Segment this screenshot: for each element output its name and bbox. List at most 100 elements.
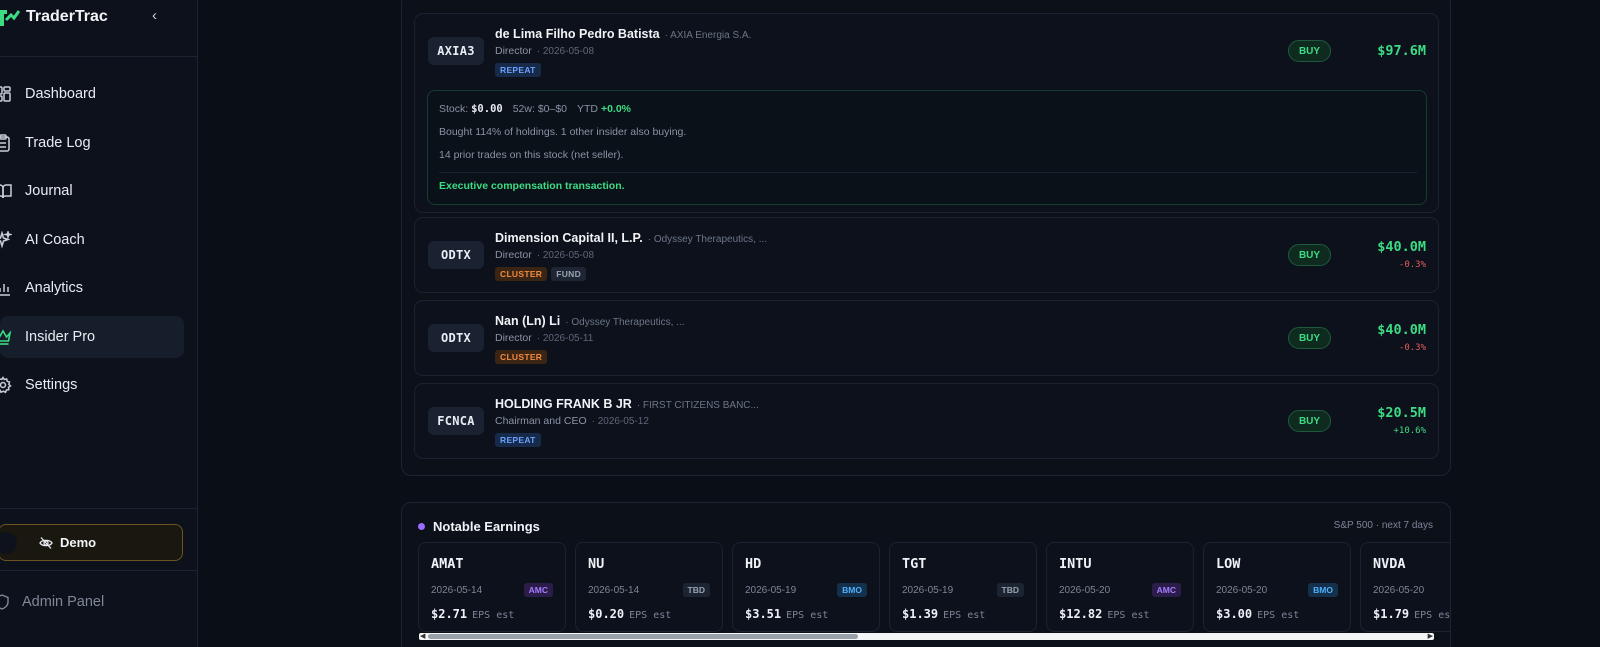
eps-value: $12.82 (1059, 607, 1103, 621)
sidebar-item-trade-log[interactable]: Trade Log (0, 122, 184, 164)
demo-mode-toggle[interactable]: Demo (0, 524, 183, 561)
horizontal-scrollbar[interactable]: ◀ ▶ (419, 633, 1434, 640)
brand-logo[interactable]: TraderTrac (0, 6, 108, 28)
earnings-date: 2026-05-14 (588, 585, 640, 596)
stock-price: $0.00 (471, 103, 503, 115)
earnings-date: 2026-05-20 (1373, 585, 1425, 596)
timing-badge: AMC (523, 583, 553, 597)
buy-badge: BUY (1288, 327, 1331, 349)
sidebar-item-label: Journal (25, 183, 73, 199)
price-change: -0.3% (1398, 260, 1426, 270)
earnings-ticker: NU (588, 556, 605, 572)
company-name: · FIRST CITIZENS BANC... (636, 400, 759, 411)
earnings-card[interactable]: TGT 2026-05-19 TBD $1.39 EPS est (889, 542, 1037, 632)
admin-panel-link[interactable]: Admin Panel (0, 594, 104, 610)
trade-date: · 2026-05-11 (536, 333, 594, 344)
insider-trade-card[interactable]: FCNCA HOLDING FRANK B JR · FIRST CITIZEN… (414, 383, 1439, 459)
eps-value: $1.39 (902, 607, 939, 621)
insider-trade-card[interactable]: ODTX Dimension Capital II, L.P. · Odysse… (414, 217, 1439, 293)
ticker-badge: ODTX (428, 324, 484, 352)
scrollbar-thumb[interactable] (428, 634, 858, 639)
ticker-badge: AXIA3 (428, 37, 484, 65)
eps-label: EPS est (1414, 610, 1451, 621)
ticker-badge: FCNCA (428, 407, 484, 435)
insider-name: de Lima Filho Pedro Batista (495, 27, 660, 41)
price-change: -0.3% (1398, 343, 1426, 353)
sidebar-item-journal[interactable]: Journal (0, 170, 184, 212)
sidebar-item-dashboard[interactable]: Dashboard (0, 73, 184, 115)
trade-date: · 2026-05-08 (536, 46, 595, 57)
earnings-ticker: AMAT (431, 556, 464, 572)
notable-earnings-panel: Notable Earnings S&P 500 · next 7 days A… (401, 502, 1451, 647)
earnings-date: 2026-05-20 (1216, 585, 1268, 596)
crown-icon (0, 329, 12, 345)
buy-badge: BUY (1288, 410, 1331, 432)
sidebar-item-settings[interactable]: Settings (0, 364, 184, 406)
insider-role: Director (495, 249, 532, 261)
sidebar-item-analytics[interactable]: Analytics (0, 267, 184, 309)
cluster-tag: CLUSTER (495, 350, 548, 364)
timing-badge: BMO (1308, 583, 1338, 597)
repeat-tag: REPEAT (495, 63, 541, 77)
status-dot (418, 523, 425, 530)
insider-trade-card[interactable]: ODTX Nan (Ln) Li · Odyssey Therapeutics,… (414, 300, 1439, 376)
trade-detail-box: Stock: $0.00 52w: $0–$0 YTD +0.0% Bought… (427, 90, 1427, 205)
timing-badge: BMO (837, 583, 867, 597)
earnings-ticker: HD (745, 556, 762, 572)
earnings-card[interactable]: LOW 2026-05-20 BMO $3.00 EPS est (1203, 542, 1351, 632)
insider-trade-card[interactable]: AXIA3 de Lima Filho Pedro Batista · AXIA… (414, 13, 1439, 213)
insider-role: Director (495, 332, 532, 344)
trade-date: · 2026-05-08 (536, 250, 595, 261)
admin-panel-label: Admin Panel (22, 594, 105, 610)
earnings-ticker: LOW (1216, 556, 1241, 572)
chevron-left-icon[interactable]: ‹ (152, 7, 157, 24)
stock-stats: Stock: $0.00 52w: $0–$0 YTD +0.0% (439, 103, 631, 115)
sidebar-item-label: Analytics (25, 280, 84, 296)
divider (0, 56, 198, 57)
grid-icon (0, 86, 11, 102)
eps-value: $2.71 (431, 607, 468, 621)
timing-badge: TBD (996, 583, 1024, 597)
scroll-left-icon[interactable]: ◀ (420, 632, 425, 640)
sidebar: TraderTrac ‹ Dashboard Trade Log Journal… (0, 0, 198, 647)
eps-label: EPS est (1107, 610, 1150, 621)
earnings-meta: S&P 500 · next 7 days (1333, 520, 1433, 531)
brand-name: TraderTrac (26, 8, 108, 25)
scroll-right-icon[interactable]: ▶ (1428, 632, 1433, 640)
sidebar-item-label: Trade Log (25, 135, 91, 151)
clipboard-icon (0, 134, 10, 152)
earnings-date: 2026-05-19 (745, 585, 797, 596)
book-icon (0, 184, 12, 199)
sidebar-item-label: AI Coach (25, 232, 85, 248)
company-name: · Odyssey Therapeutics, ... (647, 234, 768, 245)
trade-amount: $40.0M (1377, 322, 1426, 338)
sidebar-item-label: Insider Pro (25, 329, 96, 345)
earnings-card[interactable]: HD 2026-05-19 BMO $3.51 EPS est (732, 542, 880, 632)
sidebar-item-insider-pro[interactable]: Insider Pro (0, 316, 184, 358)
eye-off-icon (39, 536, 53, 549)
insider-trades-panel: AXIA3 de Lima Filho Pedro Batista · AXIA… (401, 0, 1451, 476)
sidebar-item-ai-coach[interactable]: AI Coach (0, 219, 184, 261)
sidebar-item-label: Settings (25, 377, 78, 393)
week52-range: 52w: $0–$0 (512, 103, 568, 115)
earnings-ticker: INTU (1059, 556, 1092, 572)
trade-date: · 2026-05-12 (591, 416, 649, 427)
company-name: · AXIA Energia S.A. (664, 30, 752, 41)
eps-label: EPS est (1257, 610, 1300, 621)
demo-label: Demo (60, 535, 97, 550)
sparkle-icon (0, 231, 12, 249)
earnings-card[interactable]: NU 2026-05-14 TBD $0.20 EPS est (575, 542, 723, 632)
ytd-value: +0.0% (600, 103, 632, 115)
trade-amount: $40.0M (1377, 239, 1426, 255)
earnings-card[interactable]: AMAT 2026-05-14 AMC $2.71 EPS est (418, 542, 566, 632)
eps-label: EPS est (786, 610, 829, 621)
eps-label: EPS est (629, 610, 672, 621)
tradertrac-logo-icon (0, 10, 20, 26)
earnings-card[interactable]: INTU 2026-05-20 AMC $12.82 EPS est (1046, 542, 1194, 632)
divider (0, 508, 198, 509)
price-change: +10.6% (1393, 426, 1426, 436)
earnings-card[interactable]: NVDA 2026-05-20 $1.79 EPS est (1360, 542, 1451, 632)
eps-label: EPS est (472, 610, 515, 621)
fund-tag: FUND (551, 267, 587, 281)
trade-amount: $97.6M (1377, 43, 1426, 59)
